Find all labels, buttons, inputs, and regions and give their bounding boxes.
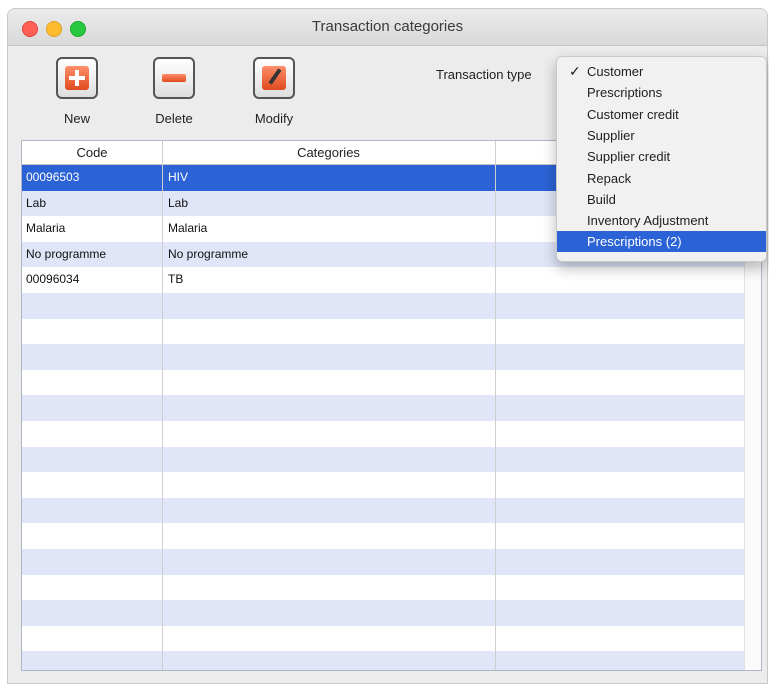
modify-button-label: Modify [254,111,294,126]
menu-item-option[interactable]: ✓ Customer [557,61,766,82]
window-title: Transaction categories [311,18,464,35]
table-row[interactable] [22,497,744,524]
code-cell: Lab [26,195,47,210]
category-cell: Lab [168,195,189,210]
table-row[interactable] [22,651,744,670]
code-cell: 00096503 [26,170,80,184]
transaction-type-label: Transaction type [436,67,532,82]
menu-item-label: Repack [587,170,632,186]
menu-item-option[interactable]: Supplier credit [557,146,766,167]
menu-item-option[interactable]: Build [557,189,766,210]
menu-item-label: Customer [587,64,644,79]
minus-icon [162,74,186,82]
table-row[interactable] [22,548,744,575]
table-row[interactable] [22,344,744,370]
menu-item-option[interactable]: Prescriptions (2) [557,231,766,253]
column-divider [495,141,496,670]
menu-item-label: Prescriptions (2) [587,234,682,250]
new-button[interactable]: New [42,57,112,137]
menu-item-option[interactable]: Repack [557,168,766,189]
table-row[interactable] [22,625,744,652]
delete-button[interactable]: Delete [139,57,209,137]
modify-icon-frame [253,57,295,99]
plus-icon [65,66,89,90]
title-bar[interactable]: Transaction categories [8,9,767,46]
category-cell: Malaria [168,221,208,236]
new-button-label: New [63,111,90,126]
column-header-categories[interactable]: Categories [162,141,495,164]
table-row[interactable] [22,600,744,626]
category-cell: HIV [168,170,189,184]
table-row[interactable] [22,574,744,601]
menu-item-label: Customer credit [587,106,679,122]
menu-item-label: Prescriptions [587,85,663,101]
table-row[interactable] [22,292,744,319]
checkmark-icon: ✓ [569,63,581,79]
table-row[interactable] [22,446,744,473]
table-row[interactable] [22,420,744,447]
modify-button[interactable]: Modify [239,57,309,137]
table-row[interactable] [22,318,744,345]
menu-item-label: Inventory Adjustment [587,213,709,229]
menu-item-label: Supplier [587,127,635,143]
delete-button-label: Delete [155,111,193,126]
category-cell: No programme [168,246,249,261]
column-header-code[interactable]: Code [22,141,162,164]
transaction-type-dropdown-menu[interactable]: ✓ Customer Prescriptions Customer credit Sup… [556,56,767,262]
new-icon-frame [56,57,98,99]
code-cell: No programme [26,246,107,261]
table-row[interactable] [22,472,744,498]
table-row[interactable] [22,395,744,421]
category-cell: TB [168,272,184,287]
delete-icon-frame [153,57,195,99]
menu-item-option[interactable]: Inventory Adjustment [557,210,766,231]
menu-item-label: Build [587,191,616,207]
table-row[interactable] [22,523,744,549]
table-row[interactable] [22,369,744,396]
column-divider [162,141,163,670]
code-cell: Malaria [26,221,66,236]
edit-icon [262,66,286,90]
menu-item-option[interactable]: Prescriptions [557,82,766,103]
table-row[interactable]: 00096034 TB [22,267,744,293]
menu-item-label: Supplier credit [587,149,671,165]
menu-item-option[interactable]: Supplier [557,125,766,146]
code-cell: 00096034 [26,272,80,287]
menu-item-option[interactable]: Customer credit [557,104,766,125]
